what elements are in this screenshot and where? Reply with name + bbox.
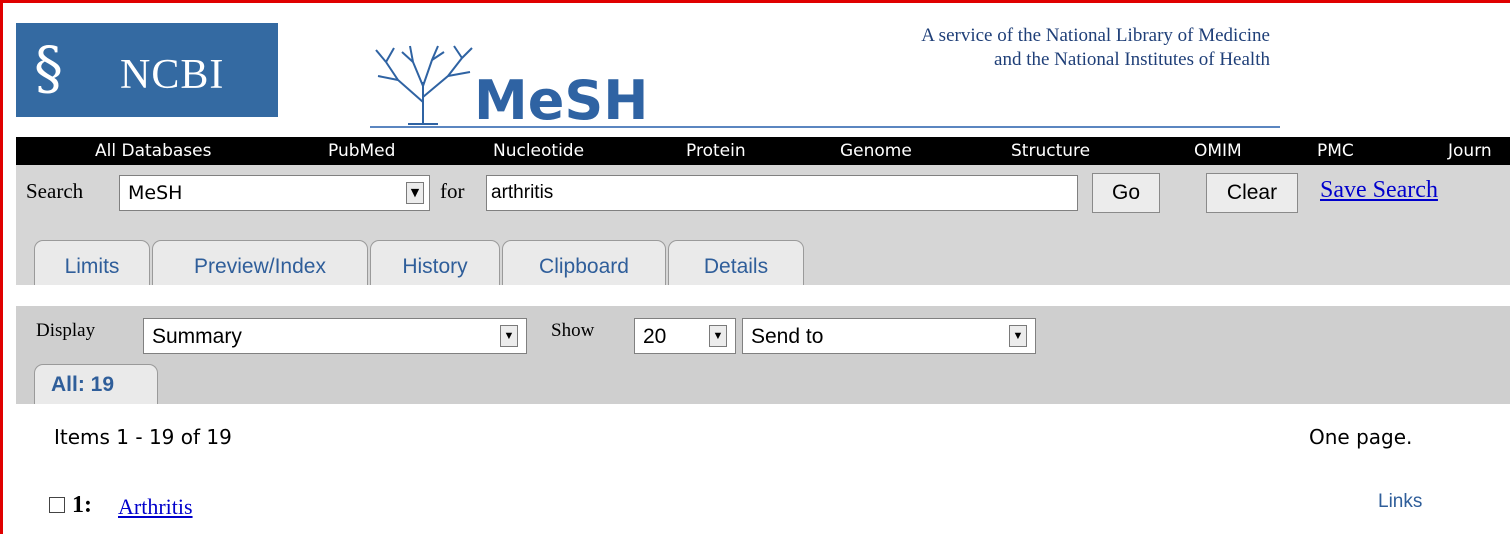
- database-select-value: MeSH: [128, 182, 183, 204]
- tree-icon: [375, 45, 473, 125]
- send-to-select[interactable]: Send to ▼: [742, 318, 1036, 354]
- nav-structure[interactable]: Structure: [1011, 137, 1090, 165]
- nav-omim[interactable]: OMIM: [1194, 137, 1242, 165]
- dna-helix-icon: §: [34, 34, 63, 102]
- chevron-down-icon[interactable]: ▼: [1009, 325, 1027, 347]
- go-button[interactable]: Go: [1092, 173, 1160, 213]
- database-select[interactable]: MeSH ▼: [119, 175, 430, 211]
- tab-preview-index[interactable]: Preview/Index: [152, 240, 368, 285]
- display-label: Display: [36, 320, 96, 341]
- tab-details[interactable]: Details: [668, 240, 804, 285]
- save-search-link[interactable]: Save Search: [1320, 177, 1438, 204]
- database-nav-bar: All Databases PubMed Nucleotide Protein …: [16, 137, 1510, 165]
- send-to-value: Send to: [751, 325, 824, 348]
- items-count: Items 1 - 19 of 19: [54, 425, 232, 449]
- display-format-select[interactable]: Summary ▼: [143, 318, 527, 354]
- service-line-2: and the National Institutes of Health: [994, 49, 1270, 70]
- show-count-value: 20: [643, 325, 667, 348]
- nav-pubmed[interactable]: PubMed: [328, 137, 395, 165]
- chevron-down-icon[interactable]: ▼: [709, 325, 727, 347]
- nav-all-databases[interactable]: All Databases: [95, 137, 211, 165]
- mesh-logo[interactable]: MeSH: [368, 42, 668, 132]
- tab-limits[interactable]: Limits: [34, 240, 150, 285]
- show-label: Show: [551, 320, 595, 341]
- nav-journals[interactable]: Journ: [1448, 137, 1492, 165]
- page-info: One page.: [1309, 425, 1413, 449]
- for-label: for: [440, 179, 465, 203]
- nav-nucleotide[interactable]: Nucleotide: [493, 137, 584, 165]
- chevron-down-icon[interactable]: ▼: [406, 182, 424, 204]
- mesh-logo-text: MeSH: [474, 69, 649, 132]
- display-format-value: Summary: [152, 325, 242, 348]
- result-number: 1:: [72, 492, 92, 518]
- clear-button[interactable]: Clear: [1206, 173, 1298, 213]
- show-count-select[interactable]: 20 ▼: [634, 318, 736, 354]
- header-rule: [370, 126, 1280, 128]
- tab-clipboard[interactable]: Clipboard: [502, 240, 666, 285]
- ncbi-logo-text: NCBI: [120, 52, 225, 98]
- search-bar: Search MeSH ▼ for arthritis Go Clear Sav…: [16, 165, 1510, 285]
- result-title-link[interactable]: Arthritis: [118, 494, 193, 520]
- tab-history[interactable]: History: [370, 240, 500, 285]
- service-line-1: A service of the National Library of Med…: [921, 25, 1270, 46]
- result-checkbox[interactable]: [49, 497, 65, 513]
- nav-genome[interactable]: Genome: [840, 137, 912, 165]
- chevron-down-icon[interactable]: ▼: [500, 325, 518, 347]
- display-bar: Display Summary ▼ Show 20 ▼ Send to ▼ Al…: [16, 306, 1510, 404]
- nav-pmc[interactable]: PMC: [1317, 137, 1354, 165]
- search-input[interactable]: arthritis: [486, 175, 1078, 211]
- result-links[interactable]: Links: [1378, 491, 1422, 513]
- service-statement: A service of the National Library of Med…: [921, 24, 1270, 72]
- tab-all-results[interactable]: All: 19: [34, 364, 158, 404]
- search-label: Search: [26, 179, 84, 203]
- ncbi-logo[interactable]: § NCBI: [16, 23, 278, 117]
- nav-protein[interactable]: Protein: [686, 137, 746, 165]
